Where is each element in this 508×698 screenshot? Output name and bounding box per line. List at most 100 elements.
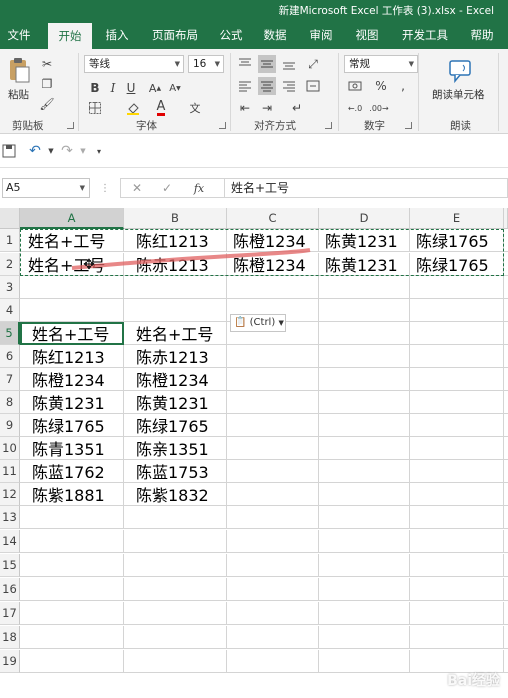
align-center-icon[interactable]	[258, 77, 276, 95]
cell-f11[interactable]	[504, 460, 508, 483]
row-header-12[interactable]: 12	[0, 483, 20, 506]
percent-icon[interactable]: %	[372, 77, 390, 95]
phonetic-icon[interactable]: 文	[186, 99, 204, 117]
cell-d12[interactable]	[319, 483, 410, 506]
cell-f18[interactable]	[504, 626, 508, 649]
align-bottom-icon[interactable]	[280, 55, 298, 73]
tab-page-layout[interactable]: 页面布局	[146, 22, 204, 49]
format-painter-icon[interactable]: 🖌	[38, 95, 56, 113]
font-grow-icon[interactable]: A ▲	[146, 79, 164, 97]
cell-b3[interactable]	[124, 276, 227, 299]
cell-f5[interactable]	[504, 322, 508, 345]
cell-d8[interactable]	[319, 391, 410, 414]
cell-a3[interactable]	[20, 276, 124, 299]
cell-f16[interactable]	[504, 578, 508, 601]
cell-b16[interactable]	[124, 578, 227, 601]
tab-formulas[interactable]: 公式	[214, 22, 248, 49]
row-header-15[interactable]: 15	[0, 554, 20, 577]
cell-e12[interactable]	[410, 483, 504, 506]
row-header-5[interactable]: 5	[0, 322, 20, 345]
bold-button[interactable]: B	[86, 79, 104, 97]
cell-e18[interactable]	[410, 626, 504, 649]
cell-c11[interactable]	[227, 460, 319, 483]
cell-e13[interactable]	[410, 506, 504, 529]
cell-f4[interactable]	[504, 299, 508, 322]
cell-d5[interactable]	[319, 322, 410, 345]
formula-input[interactable]: 姓名+工号	[224, 178, 508, 198]
cell-f10[interactable]	[504, 437, 508, 460]
row-header-9[interactable]: 9	[0, 414, 20, 437]
paste-options-button[interactable]: 📋 (Ctrl) ▼	[230, 314, 286, 332]
cell-e11[interactable]	[410, 460, 504, 483]
cell-a12[interactable]: 陈紫1881	[20, 483, 124, 506]
italic-button[interactable]: I	[104, 79, 122, 97]
row-header-7[interactable]: 7	[0, 368, 20, 391]
currency-icon[interactable]	[346, 77, 364, 95]
cell-b15[interactable]	[124, 554, 227, 577]
cell-f2[interactable]	[504, 253, 508, 276]
cell-b5[interactable]: 姓名+工号	[124, 322, 227, 345]
cell-f1[interactable]	[504, 229, 508, 252]
cell-f17[interactable]	[504, 602, 508, 625]
align-right-icon[interactable]	[280, 77, 298, 95]
row-header-14[interactable]: 14	[0, 530, 20, 553]
cell-b7[interactable]: 陈橙1234	[124, 368, 227, 391]
orientation-icon[interactable]: ⤢	[304, 55, 322, 73]
number-format-combo[interactable]: 常规 ▼	[344, 55, 418, 73]
cell-e2[interactable]: 陈绿1765	[410, 253, 504, 276]
row-header-13[interactable]: 13	[0, 506, 20, 529]
paste-icon[interactable]	[6, 55, 32, 85]
cell-d4[interactable]	[319, 299, 410, 322]
font-color-icon[interactable]: A	[152, 99, 170, 117]
tab-home[interactable]: 开始	[48, 23, 92, 49]
row-header-17[interactable]: 17	[0, 602, 20, 625]
cell-b4[interactable]	[124, 299, 227, 322]
cell-e10[interactable]	[410, 437, 504, 460]
row-header-4[interactable]: 4	[0, 299, 20, 322]
cell-a9[interactable]: 陈绿1765	[20, 414, 124, 437]
column-header-d[interactable]: D	[319, 208, 410, 229]
cell-c17[interactable]	[227, 602, 319, 625]
copy-icon[interactable]: ❐	[38, 75, 56, 93]
wrap-text-icon[interactable]: ↵	[288, 99, 306, 117]
cell-c12[interactable]	[227, 483, 319, 506]
tab-data[interactable]: 数据	[258, 22, 292, 49]
cell-c14[interactable]	[227, 530, 319, 553]
cell-d3[interactable]	[319, 276, 410, 299]
column-header-e[interactable]: E	[410, 208, 504, 229]
cell-a10[interactable]: 陈青1351	[20, 437, 124, 460]
paste-label[interactable]: 粘贴	[8, 87, 29, 102]
column-header-c[interactable]: C	[227, 208, 319, 229]
select-all-corner[interactable]	[0, 208, 20, 229]
tab-insert[interactable]: 插入	[100, 22, 134, 49]
merge-center-icon[interactable]	[304, 77, 322, 95]
cell-e6[interactable]	[410, 345, 504, 368]
cell-d2[interactable]: 陈黄1231	[319, 253, 410, 276]
insert-function-button[interactable]: fx	[190, 179, 208, 197]
cell-c16[interactable]	[227, 578, 319, 601]
cell-f19[interactable]	[504, 650, 508, 673]
cell-d6[interactable]	[319, 345, 410, 368]
cell-b13[interactable]	[124, 506, 227, 529]
comma-style-icon[interactable]: ,	[394, 77, 412, 95]
font-size-combo[interactable]: 16 ▼	[188, 55, 224, 73]
row-header-18[interactable]: 18	[0, 626, 20, 649]
cell-a8[interactable]: 陈黄1231	[20, 391, 124, 414]
cell-b8[interactable]: 陈黄1231	[124, 391, 227, 414]
cell-e15[interactable]	[410, 554, 504, 577]
cell-c8[interactable]	[227, 391, 319, 414]
tab-review[interactable]: 审阅	[304, 22, 338, 49]
increase-indent-icon[interactable]: ⇥	[258, 99, 276, 117]
cell-a6[interactable]: 陈红1213	[20, 345, 124, 368]
cell-e16[interactable]	[410, 578, 504, 601]
cell-e17[interactable]	[410, 602, 504, 625]
cancel-icon[interactable]: ✕	[128, 179, 146, 197]
cell-e7[interactable]	[410, 368, 504, 391]
cell-c9[interactable]	[227, 414, 319, 437]
column-header-a[interactable]: A	[20, 208, 124, 229]
row-header-1[interactable]: 1	[0, 229, 20, 252]
align-left-icon[interactable]	[236, 77, 254, 95]
cell-a11[interactable]: 陈蓝1762	[20, 460, 124, 483]
cell-f14[interactable]	[504, 530, 508, 553]
cell-d14[interactable]	[319, 530, 410, 553]
